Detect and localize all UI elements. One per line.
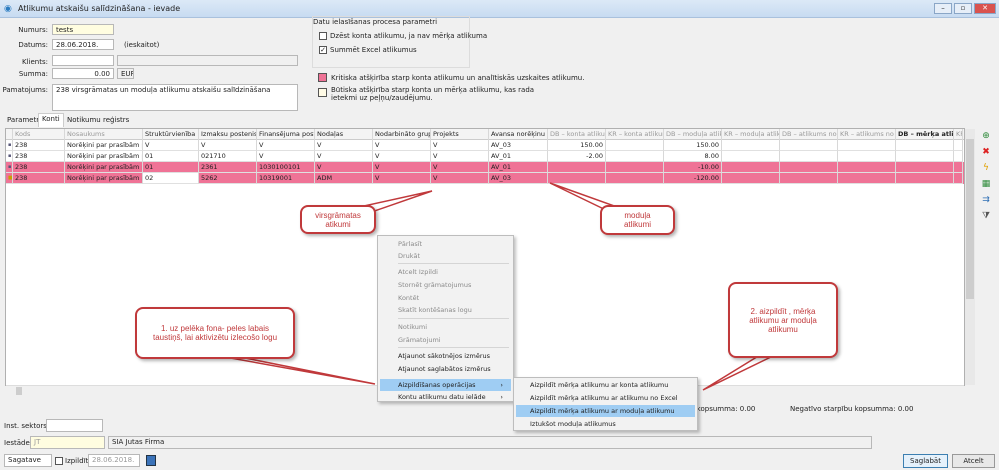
callout-step1: 1. uz pelēka fona- peles labais taustiņš… <box>135 307 295 359</box>
callout-step2: 2. aizpildīt , mērķa atlikumu ar moduļa … <box>728 282 838 358</box>
callout-modula: moduļa atlikumi <box>600 205 675 235</box>
arrow-step2 <box>702 354 776 391</box>
annotation-arrows <box>224 182 776 391</box>
callout-virsgramatas: virsgrāmatas atikumi <box>300 205 376 234</box>
arrow-step1 <box>224 356 376 385</box>
